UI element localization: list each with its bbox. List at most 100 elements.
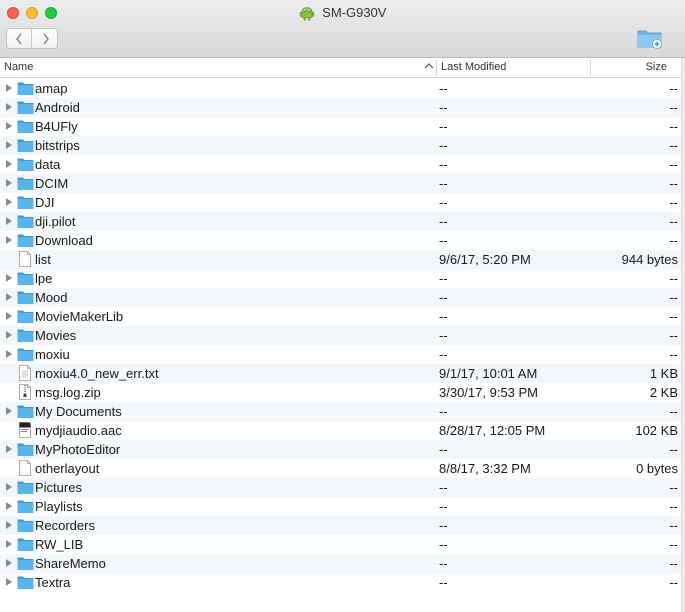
folder-icon: [17, 405, 34, 418]
disclosure-triangle-icon[interactable]: [6, 103, 12, 111]
file-row[interactable]: otherlayout 8/8/17, 3:32 PM 0 bytes: [0, 459, 685, 478]
file-modified: --: [439, 404, 448, 419]
file-row[interactable]: DCIM -- --: [0, 174, 685, 193]
column-divider[interactable]: [436, 60, 437, 76]
file-modified: --: [439, 271, 448, 286]
audio-file-icon: [19, 422, 31, 438]
disclosure-triangle-icon[interactable]: [6, 521, 12, 529]
file-row[interactable]: MovieMakerLib -- --: [0, 307, 685, 326]
column-header: Name Last Modified Size: [0, 58, 685, 78]
folder-icon: [17, 272, 34, 285]
disclosure-triangle-icon[interactable]: [6, 84, 12, 92]
folder-icon: [17, 519, 34, 532]
file-row[interactable]: lpe -- --: [0, 269, 685, 288]
column-divider[interactable]: [590, 60, 591, 76]
file-row[interactable]: B4UFly -- --: [0, 117, 685, 136]
column-name-header[interactable]: Name: [4, 61, 33, 73]
file-name: Mood: [35, 290, 68, 305]
forward-button[interactable]: [33, 29, 58, 48]
file-modified: --: [439, 81, 448, 96]
file-row[interactable]: data -- --: [0, 155, 685, 174]
disclosure-triangle-icon[interactable]: [6, 540, 12, 548]
file-size: --: [669, 271, 678, 286]
file-row[interactable]: My Documents -- --: [0, 402, 685, 421]
disclosure-triangle-icon[interactable]: [6, 350, 12, 358]
disclosure-triangle-icon[interactable]: [6, 160, 12, 168]
folder-icon: [17, 196, 34, 209]
disclosure-triangle-icon[interactable]: [6, 578, 12, 586]
file-name: DCIM: [35, 176, 69, 191]
new-folder-icon[interactable]: [637, 27, 663, 49]
disclosure-triangle-icon[interactable]: [6, 559, 12, 567]
folder-icon: [17, 500, 34, 513]
file-row[interactable]: list 9/6/17, 5:20 PM 944 bytes: [0, 250, 685, 269]
file-row[interactable]: Playlists -- --: [0, 497, 685, 516]
file-name: amap: [35, 81, 68, 96]
file-modified: --: [439, 290, 448, 305]
file-name: bitstrips: [35, 138, 80, 153]
disclosure-triangle-icon[interactable]: [6, 122, 12, 130]
file-row[interactable]: Pictures -- --: [0, 478, 685, 497]
file-size: --: [669, 81, 678, 96]
file-name: DJI: [35, 195, 55, 210]
disclosure-triangle-icon[interactable]: [6, 217, 12, 225]
file-row[interactable]: MyPhotoEditor -- --: [0, 440, 685, 459]
window-title: SM-G930V: [0, 4, 685, 22]
file-row[interactable]: msg.log.zip 3/30/17, 9:53 PM 2 KB: [0, 383, 685, 402]
file-name: Recorders: [35, 518, 95, 533]
file-row[interactable]: moxiu -- --: [0, 345, 685, 364]
file-size: --: [669, 195, 678, 210]
folder-icon: [17, 158, 34, 171]
disclosure-triangle-icon[interactable]: [6, 407, 12, 415]
disclosure-triangle-icon[interactable]: [6, 293, 12, 301]
file-size: --: [669, 119, 678, 134]
back-button[interactable]: [7, 29, 32, 48]
file-size: --: [669, 100, 678, 115]
sort-ascending-icon: [424, 63, 434, 69]
file-modified: --: [439, 176, 448, 191]
file-row[interactable]: Download -- --: [0, 231, 685, 250]
file-row[interactable]: bitstrips -- --: [0, 136, 685, 155]
file-size: --: [669, 537, 678, 552]
file-row[interactable]: Movies -- --: [0, 326, 685, 345]
disclosure-triangle-icon[interactable]: [6, 312, 12, 320]
file-name: Android: [35, 100, 80, 115]
folder-icon: [17, 120, 34, 133]
disclosure-triangle-icon[interactable]: [6, 141, 12, 149]
file-name: list: [35, 252, 51, 267]
disclosure-triangle-icon[interactable]: [6, 483, 12, 491]
file-row[interactable]: DJI -- --: [0, 193, 685, 212]
disclosure-triangle-icon[interactable]: [6, 331, 12, 339]
file-row[interactable]: Textra -- --: [0, 573, 685, 592]
file-row[interactable]: RW_LIB -- --: [0, 535, 685, 554]
file-name: My Documents: [35, 404, 122, 419]
file-row[interactable]: mydjiaudio.aac 8/28/17, 12:05 PM 102 KB: [0, 421, 685, 440]
column-size-header[interactable]: Size: [592, 61, 667, 73]
file-row[interactable]: moxiu4.0_new_err.txt 9/1/17, 10:01 AM 1 KB: [0, 364, 685, 383]
disclosure-triangle-icon[interactable]: [6, 179, 12, 187]
file-name: Textra: [35, 575, 71, 590]
disclosure-triangle-icon[interactable]: [6, 236, 12, 244]
file-row[interactable]: ShareMemo -- --: [0, 554, 685, 573]
window-title-text: SM-G930V: [322, 5, 387, 21]
chevron-right-icon: [42, 33, 49, 44]
file-row[interactable]: Android -- --: [0, 98, 685, 117]
file-name: data: [35, 157, 61, 172]
disclosure-triangle-icon[interactable]: [6, 502, 12, 510]
file-modified: 9/6/17, 5:20 PM: [439, 252, 531, 267]
file-row[interactable]: dji.pilot -- --: [0, 212, 685, 231]
disclosure-triangle-icon[interactable]: [6, 198, 12, 206]
disclosure-triangle-icon[interactable]: [6, 274, 12, 282]
file-name: moxiu4.0_new_err.txt: [35, 366, 159, 381]
column-modified-header[interactable]: Last Modified: [441, 61, 506, 73]
folder-icon: [17, 215, 34, 228]
file-row[interactable]: Recorders -- --: [0, 516, 685, 535]
file-size: 0 bytes: [636, 461, 678, 476]
file-size: 1 KB: [649, 366, 678, 381]
file-size: --: [669, 157, 678, 172]
file-row[interactable]: Mood -- --: [0, 288, 685, 307]
file-size: --: [669, 518, 678, 533]
file-row[interactable]: amap -- --: [0, 79, 685, 98]
disclosure-triangle-icon[interactable]: [6, 445, 12, 453]
scrollbar-track[interactable]: [681, 58, 685, 612]
